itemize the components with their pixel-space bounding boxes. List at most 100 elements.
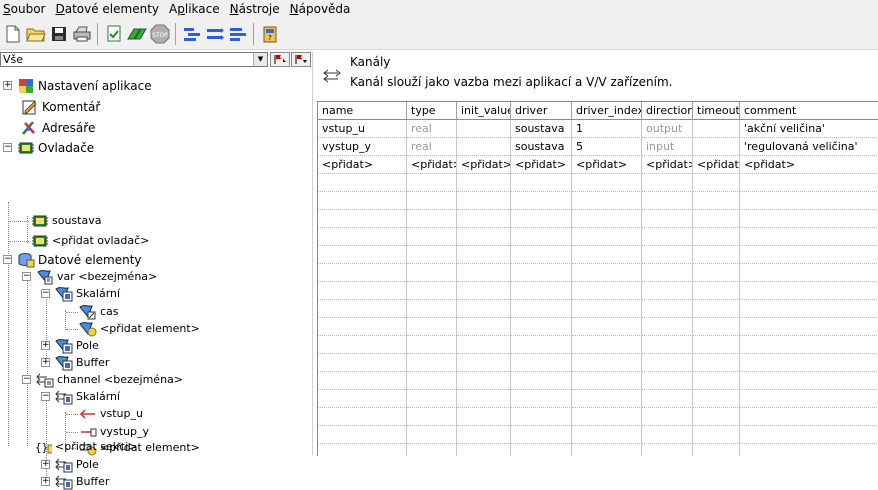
table-cell-name[interactable]: [318, 300, 407, 318]
collapse-toggle[interactable]: −: [22, 272, 31, 281]
table-cell-driver-index[interactable]: 1: [572, 120, 642, 138]
column-header-timeout[interactable]: timeout: [693, 102, 740, 120]
table-cell-driver-index[interactable]: [572, 426, 642, 444]
table-cell-direction[interactable]: [642, 354, 693, 372]
table-cell-timeout[interactable]: [693, 426, 740, 444]
new-file-button[interactable]: [1, 23, 24, 46]
table-cell-name[interactable]: [318, 174, 407, 192]
table-cell-name[interactable]: [318, 408, 407, 426]
table-cell-driver-index[interactable]: [572, 246, 642, 264]
table-cell-name[interactable]: [318, 372, 407, 390]
collapse-toggle[interactable]: −: [41, 392, 50, 401]
table-cell-comment[interactable]: [740, 372, 878, 390]
table-cell-timeout[interactable]: [693, 264, 740, 282]
table-cell-driver-index[interactable]: [572, 228, 642, 246]
table-cell-driver[interactable]: [511, 174, 572, 192]
table-cell-type[interactable]: [407, 264, 457, 282]
table-cell-init-value[interactable]: [457, 282, 511, 300]
table-cell-init-value[interactable]: [457, 354, 511, 372]
tree-item-var-add-element[interactable]: <přidat element>: [79, 320, 200, 337]
channels-button[interactable]: [180, 23, 203, 46]
table-cell-comment[interactable]: [740, 336, 878, 354]
table-cell-name[interactable]: [318, 444, 407, 456]
table-cell-driver-index[interactable]: [572, 408, 642, 426]
table-cell-comment[interactable]: [740, 264, 878, 282]
table-cell-driver[interactable]: [511, 282, 572, 300]
table-cell-type[interactable]: [407, 426, 457, 444]
table-cell-name[interactable]: [318, 390, 407, 408]
table-cell-type[interactable]: [407, 282, 457, 300]
table-cell-init-value[interactable]: [457, 426, 511, 444]
table-cell-driver[interactable]: [511, 210, 572, 228]
table-cell-driver[interactable]: [511, 408, 572, 426]
tree-item-var-buffer[interactable]: + Buffer: [41, 354, 109, 371]
table-cell-direction[interactable]: [642, 282, 693, 300]
table-cell-timeout[interactable]: [693, 246, 740, 264]
tree-item-var-pole[interactable]: + Pole: [41, 337, 99, 354]
compile-button[interactable]: [102, 23, 125, 46]
table-cell-init-value[interactable]: [457, 210, 511, 228]
column-header-name[interactable]: name: [318, 102, 407, 120]
table-cell-direction[interactable]: [642, 192, 693, 210]
table-cell-driver-index[interactable]: [572, 192, 642, 210]
print-button[interactable]: [70, 23, 93, 46]
table-cell-comment[interactable]: <přidat>: [740, 156, 878, 174]
tree-item-var-cas[interactable]: cas: [79, 303, 119, 320]
collapse-toggle[interactable]: −: [3, 255, 12, 264]
table-cell-driver[interactable]: [511, 192, 572, 210]
column-header-init-value[interactable]: init_value: [457, 102, 511, 120]
table-cell-comment[interactable]: [740, 390, 878, 408]
table-cell-comment[interactable]: [740, 246, 878, 264]
table-cell-comment[interactable]: [740, 192, 878, 210]
filter-flag-button-2[interactable]: [291, 52, 311, 67]
table-cell-driver[interactable]: [511, 426, 572, 444]
table-cell-init-value[interactable]: [457, 300, 511, 318]
table-cell-name[interactable]: [318, 228, 407, 246]
table-cell-type[interactable]: [407, 390, 457, 408]
table-cell-driver-index[interactable]: 5: [572, 138, 642, 156]
menu-nastroje[interactable]: Nástroje: [226, 0, 286, 19]
table-cell-driver-index[interactable]: [572, 372, 642, 390]
table-cell-direction[interactable]: [642, 300, 693, 318]
tree-item-comment[interactable]: Komentář: [21, 98, 100, 115]
table-cell-init-value[interactable]: [457, 246, 511, 264]
table-cell-driver[interactable]: [511, 444, 572, 456]
table-cell-direction[interactable]: [642, 264, 693, 282]
tree-item-ch-buffer[interactable]: + Buffer: [41, 473, 109, 490]
stop-button[interactable]: STOP: [148, 23, 171, 46]
table-cell-type[interactable]: [407, 174, 457, 192]
table-cell-comment[interactable]: [740, 426, 878, 444]
table-cell-type[interactable]: [407, 372, 457, 390]
tree-item-ch-pole[interactable]: + Pole: [41, 456, 99, 473]
table-cell-name[interactable]: [318, 264, 407, 282]
table-cell-driver-index[interactable]: [572, 444, 642, 456]
expand-toggle[interactable]: +: [41, 477, 50, 486]
table-cell-type[interactable]: real: [407, 138, 457, 156]
table-cell-timeout[interactable]: [693, 372, 740, 390]
tree-item-ch-scalars[interactable]: − Skalární: [41, 388, 120, 405]
table-cell-type[interactable]: [407, 246, 457, 264]
save-button[interactable]: [47, 23, 70, 46]
table-cell-driver[interactable]: <přidat>: [511, 156, 572, 174]
table-cell-timeout[interactable]: [693, 174, 740, 192]
tree-item-driver-soustava[interactable]: soustava: [31, 212, 101, 229]
table-cell-driver[interactable]: [511, 246, 572, 264]
table-cell-driver-index[interactable]: <přidat>: [572, 156, 642, 174]
menu-napoveda[interactable]: Nápověda: [286, 0, 357, 19]
table-cell-driver[interactable]: soustava: [511, 120, 572, 138]
column-header-comment[interactable]: comment: [740, 102, 878, 120]
table-cell-driver[interactable]: [511, 264, 572, 282]
table-cell-name[interactable]: <přidat>: [318, 156, 407, 174]
table-cell-direction[interactable]: [642, 228, 693, 246]
table-cell-direction[interactable]: [642, 318, 693, 336]
collapse-toggle[interactable]: −: [3, 143, 12, 152]
table-cell-driver[interactable]: [511, 336, 572, 354]
table-cell-timeout[interactable]: [693, 444, 740, 456]
tree-item-drivers[interactable]: − Ovladače: [3, 139, 94, 156]
tree-item-channel-section[interactable]: − channel <bezejména>: [22, 371, 183, 388]
table-cell-init-value[interactable]: [457, 192, 511, 210]
column-header-driver[interactable]: driver: [511, 102, 572, 120]
table-cell-type[interactable]: [407, 228, 457, 246]
table-cell-comment[interactable]: [740, 228, 878, 246]
table-cell-direction[interactable]: [642, 246, 693, 264]
